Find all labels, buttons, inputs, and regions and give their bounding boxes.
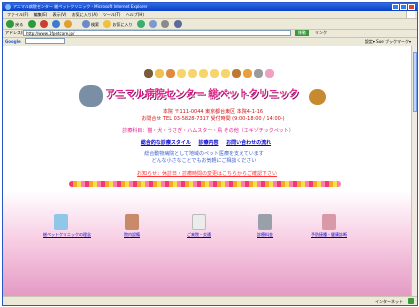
- menu-file[interactable]: ファイル(F): [7, 12, 28, 17]
- refresh-icon[interactable]: [52, 20, 61, 28]
- nav-link-flow[interactable]: お問い合わせの流れ: [226, 140, 271, 146]
- vaccination-icon: [322, 214, 336, 230]
- menu-item-label[interactable]: 院内設備: [114, 232, 150, 237]
- services-text: 診療科目：猫・犬・うさぎ・ハムスター・鳥 その他（エキゾチックペット）: [122, 128, 294, 134]
- back-label[interactable]: 戻る: [15, 19, 23, 30]
- close-button[interactable]: [408, 4, 415, 10]
- philosophy-icon: [54, 214, 68, 230]
- animal-icon: [254, 69, 263, 78]
- animal-icon: [232, 69, 241, 78]
- animal-icon: [265, 69, 274, 78]
- animal-icon: [221, 69, 230, 78]
- access-icon: [192, 214, 206, 230]
- google-logo: Google: [5, 39, 21, 44]
- menu-item-philosophy[interactable]: 総ペットクリニックの理念: [43, 214, 91, 237]
- address-line-2: お問合せ TEL 03-5828-7317 受付時間 (9:00-18:00 /…: [141, 116, 285, 122]
- menu-item-facilities[interactable]: 院内設備: [114, 214, 150, 237]
- animal-icon: [199, 69, 208, 78]
- lion-icon: [309, 89, 326, 105]
- menu-item-label[interactable]: 診療料金: [247, 232, 283, 237]
- animal-icon: [177, 69, 186, 78]
- search-icon[interactable]: [81, 20, 90, 28]
- menu-tools[interactable]: ツール(T): [103, 12, 121, 17]
- home-icon[interactable]: [64, 20, 73, 28]
- menu-item-label[interactable]: ご来院・交通: [181, 232, 217, 237]
- history-icon[interactable]: [149, 20, 158, 28]
- menu-item-label[interactable]: 予防接種・健康診断: [311, 232, 347, 237]
- animal-icon: [155, 69, 164, 78]
- vertical-scrollbar[interactable]: [411, 46, 417, 296]
- back-icon[interactable]: [6, 20, 14, 28]
- maximize-button[interactable]: [400, 4, 407, 10]
- animal-icon: [166, 69, 175, 78]
- nav-link-style[interactable]: 総合的な診療スタイル: [141, 140, 191, 146]
- print-icon[interactable]: [173, 20, 182, 28]
- minimize-button[interactable]: [392, 4, 399, 10]
- media-icon[interactable]: [136, 20, 145, 28]
- browser-window: アニマル病院センター 総ペットクリニック - Microsoft Interne…: [2, 2, 418, 306]
- web-page: アニマル病院センター 総ペットクリニック 本院 〒111-0044 東京都台東区…: [3, 46, 411, 296]
- go-button[interactable]: 移動: [295, 30, 309, 36]
- google-toolbar-options[interactable]: 設定▾ Sue ブックマーク▾: [365, 37, 411, 46]
- flower-divider: [69, 181, 341, 187]
- animal-icon: [210, 69, 219, 78]
- fees-icon: [258, 214, 272, 230]
- status-bar: インターネット: [3, 296, 417, 306]
- intro-text-1: 総合動物病院として地域のペット医療を支えています: [144, 151, 264, 157]
- favorites-icon[interactable]: [103, 20, 112, 28]
- nav-link-services[interactable]: 診療内容: [198, 140, 218, 146]
- elephant-icon: [79, 85, 103, 107]
- ie-icon: [5, 4, 11, 10]
- intro-text-2: どんな小さなことでもお気軽にご相談ください: [151, 158, 257, 164]
- facilities-icon: [125, 214, 139, 230]
- notice-link[interactable]: お知らせ：休診日・診療時間の変更はこちらからご確認下さい: [109, 170, 305, 177]
- scrollbar-thumb[interactable]: [413, 52, 417, 112]
- search-label[interactable]: 検索: [91, 19, 99, 30]
- favorites-label[interactable]: お気に入り: [113, 19, 133, 30]
- forward-icon[interactable]: [27, 20, 36, 28]
- menu-item-vaccination[interactable]: 予防接種・健康診断: [311, 214, 347, 237]
- menu-edit[interactable]: 編集(E): [34, 12, 48, 17]
- address-input[interactable]: http://www.1fpetcare.jp/: [23, 30, 291, 36]
- window-controls: [391, 4, 415, 10]
- menu-item-access[interactable]: ご来院・交通: [181, 214, 217, 237]
- menu-item-label[interactable]: 総ペットクリニックの理念: [43, 232, 91, 237]
- animal-banner: [123, 69, 295, 79]
- clinic-title: アニマル病院センター 総ペットクリニック: [105, 89, 299, 100]
- stop-icon[interactable]: [39, 20, 48, 28]
- animal-icon: [188, 69, 197, 78]
- internet-zone-icon: [408, 298, 414, 304]
- menu-item-fees[interactable]: 診療料金: [247, 214, 283, 237]
- animal-icon: [243, 69, 252, 78]
- menu-view[interactable]: 表示(V): [53, 12, 67, 17]
- address-line-1: 本院 〒111-0044 東京都台東区 本院4-1-16: [162, 109, 264, 115]
- animal-icon: [144, 69, 153, 78]
- nav-links: 総合的な診療スタイル 診療内容 お問い合わせの流れ: [101, 139, 311, 146]
- window-title: アニマル病院センター 総ペットクリニック - Microsoft Interne…: [13, 4, 148, 9]
- menu-favorites[interactable]: お気に入り(A): [72, 12, 98, 17]
- links-button[interactable]: リンク: [315, 29, 327, 37]
- menu-help[interactable]: ヘルプ(H): [126, 12, 144, 17]
- internet-zone: インターネット: [375, 299, 403, 304]
- mail-icon[interactable]: [161, 20, 170, 28]
- title-bar: アニマル病院センター 総ペットクリニック - Microsoft Interne…: [3, 3, 417, 11]
- google-search-input[interactable]: [25, 38, 65, 44]
- windows-logo-icon: [406, 11, 415, 18]
